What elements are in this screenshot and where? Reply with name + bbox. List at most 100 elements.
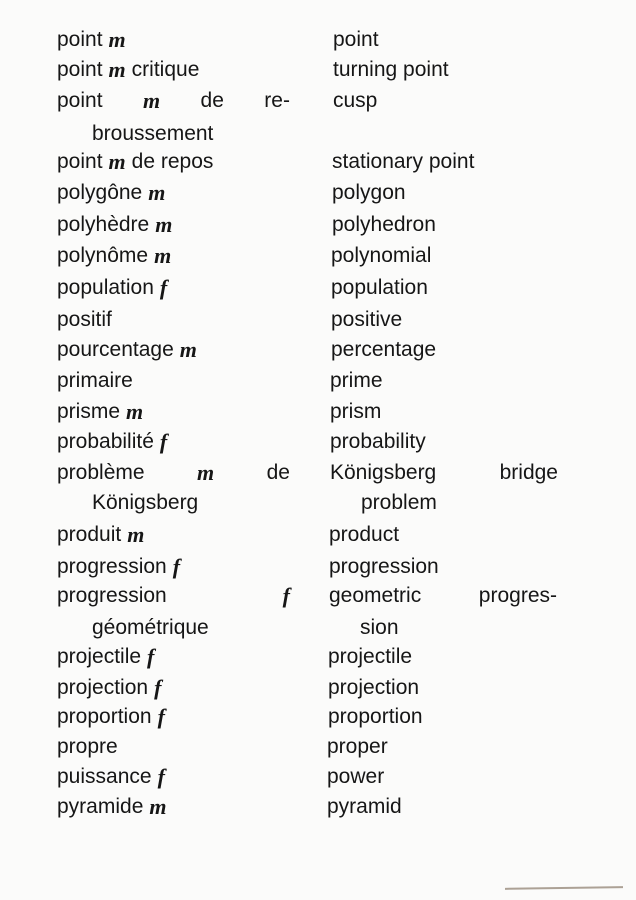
gender-marker: m <box>154 243 172 268</box>
english-translation-continuation: problem <box>361 491 437 515</box>
gender-marker: f <box>154 675 162 700</box>
french-term-continuation: broussement <box>92 122 213 146</box>
term-word: projection <box>57 676 149 699</box>
french-term: produit m <box>57 523 144 547</box>
english-translation: cusp <box>333 89 377 113</box>
french-term: positif <box>57 308 112 332</box>
english-translation: polynomial <box>331 244 431 268</box>
term-word: point <box>57 89 103 112</box>
english-translation: projection <box>328 676 419 700</box>
translation-word: prism <box>330 400 382 423</box>
english-translation: positive <box>331 308 402 332</box>
french-term: puissance f <box>57 765 165 789</box>
french-term: projectile f <box>57 645 154 669</box>
english-translation: geometric progres- <box>329 584 557 608</box>
english-translation: stationary point <box>332 150 474 174</box>
term-word: point <box>57 28 103 51</box>
english-translation: prime <box>330 369 383 393</box>
translation-word: positive <box>331 308 403 331</box>
term-word: progression <box>57 555 167 578</box>
term-word: probabilité <box>57 430 154 453</box>
english-translation: projectile <box>328 645 412 669</box>
gender-marker: m <box>149 794 167 819</box>
english-translation: point <box>333 28 379 52</box>
translation-word: progression <box>329 555 439 578</box>
gender-marker: m <box>142 88 161 113</box>
term-word: proportion <box>57 705 152 728</box>
french-term: point m <box>57 28 126 52</box>
translation-word: bridge <box>499 461 558 484</box>
translation-word: turning point <box>333 58 449 81</box>
english-translation: population <box>331 276 428 300</box>
french-term: proportion f <box>57 705 165 729</box>
term-word: Königsberg <box>92 491 199 514</box>
english-translation: product <box>329 523 399 547</box>
term-word: primaire <box>57 369 133 392</box>
term-word: propre <box>57 735 118 758</box>
term-word: produit <box>57 523 122 546</box>
gender-marker: m <box>155 212 173 237</box>
english-translation: power <box>327 765 384 789</box>
gender-marker: f <box>159 429 168 454</box>
translation-word: percentage <box>331 338 437 361</box>
french-term: projection f <box>57 676 161 700</box>
translation-word: probability <box>330 430 426 453</box>
term-word: critique <box>131 58 200 81</box>
term-word: de <box>266 461 290 484</box>
term-word: population <box>57 276 154 299</box>
translation-word: projectile <box>328 645 413 668</box>
translation-word: polynomial <box>331 244 432 267</box>
term-word: de <box>200 89 224 112</box>
gender-marker: m <box>179 337 197 362</box>
french-term: point m critique <box>57 58 199 82</box>
term-word: re- <box>264 89 290 112</box>
term-word: progression <box>57 584 167 607</box>
translation-word: population <box>331 276 428 299</box>
translation-word: pyramid <box>327 795 402 818</box>
english-translation: proper <box>327 735 388 759</box>
french-term: primaire <box>57 369 133 393</box>
gender-marker: m <box>108 27 126 52</box>
translation-word: polygon <box>332 181 406 204</box>
french-term: pourcentage m <box>57 338 197 362</box>
french-term: progression f <box>57 555 180 579</box>
term-word: point <box>57 58 103 81</box>
term-word: projectile <box>57 645 142 668</box>
translation-word: proportion <box>328 705 423 728</box>
english-translation: proportion <box>328 705 423 729</box>
translation-word: sion <box>360 616 399 639</box>
term-word: problème <box>57 461 145 484</box>
french-term: problème m de <box>57 461 290 485</box>
french-term: pyramide m <box>57 795 167 819</box>
french-term: polyhèdre m <box>57 213 172 237</box>
gender-marker: f <box>282 583 290 608</box>
gender-marker: m <box>197 460 215 485</box>
french-term: prisme m <box>57 400 143 424</box>
translation-word: geometric <box>329 584 422 607</box>
french-term: polygône m <box>57 181 165 205</box>
english-translation: turning point <box>333 58 449 82</box>
gender-marker: m <box>108 57 126 82</box>
gender-marker: m <box>108 149 126 174</box>
french-term: propre <box>57 735 118 759</box>
english-translation: Königsberg bridge <box>330 461 558 485</box>
translation-word: Königsberg <box>330 461 437 484</box>
translation-word: problem <box>361 491 437 514</box>
translation-word: point <box>333 28 379 51</box>
translation-word: cusp <box>333 89 378 112</box>
translation-word: power <box>327 765 385 788</box>
term-word: positif <box>57 308 112 331</box>
translation-word: stationary point <box>332 150 475 173</box>
term-word: polynôme <box>57 244 149 267</box>
french-term-continuation: géométrique <box>92 616 209 640</box>
term-word: puissance <box>57 765 152 788</box>
term-word: de repos <box>131 150 214 173</box>
gender-marker: f <box>157 764 165 789</box>
gender-marker: f <box>159 275 168 300</box>
english-translation-continuation: sion <box>360 616 399 640</box>
term-word: pyramide <box>57 795 144 818</box>
gender-marker: m <box>127 522 145 547</box>
french-term: point m de repos <box>57 150 213 174</box>
gender-marker: f <box>157 704 165 729</box>
term-word: géométrique <box>92 616 209 639</box>
